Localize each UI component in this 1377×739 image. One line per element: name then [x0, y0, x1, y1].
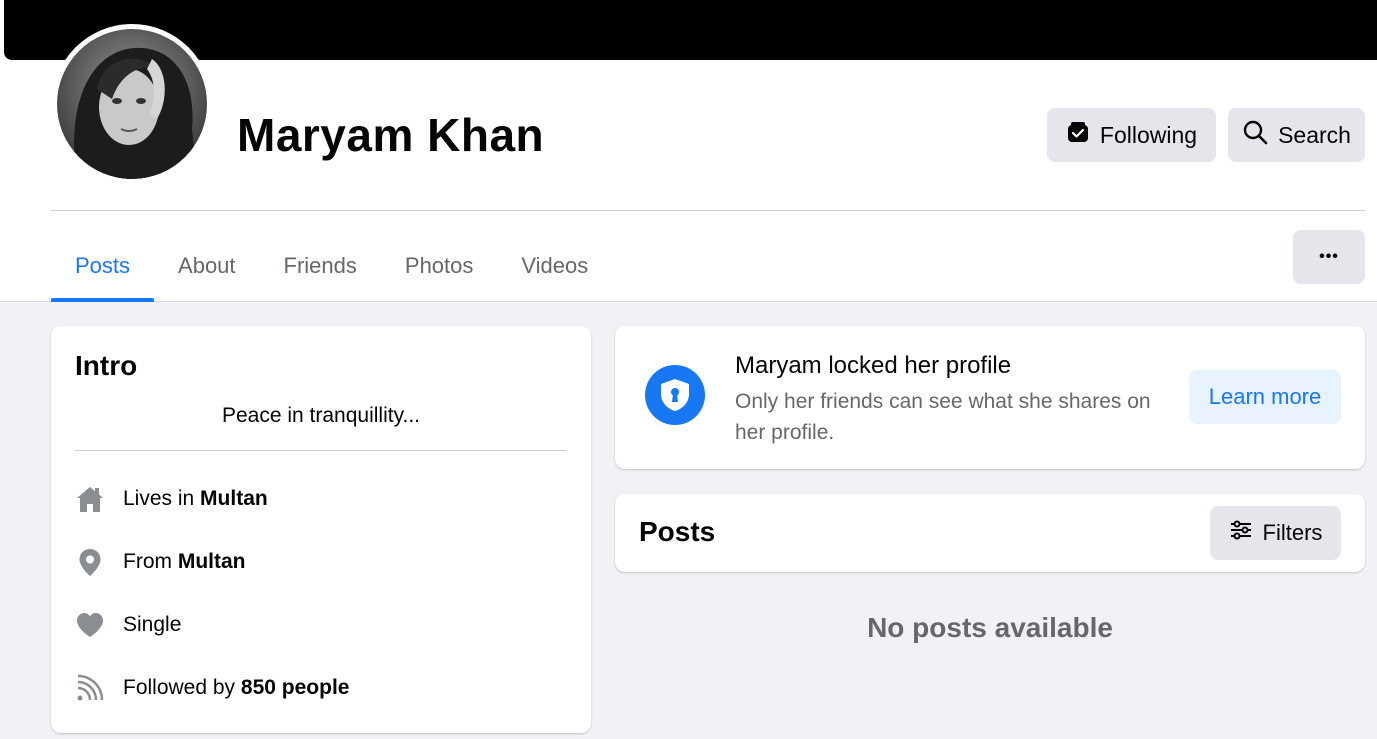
heart-icon: [75, 610, 105, 640]
posts-title: Posts: [639, 516, 716, 547]
filters-label: Filters: [1262, 520, 1323, 545]
avatar[interactable]: [52, 24, 212, 184]
search-label: Search: [1278, 121, 1351, 148]
profile-name: Maryam Khan: [237, 109, 545, 161]
locked-profile-card: Maryam locked her profile Only her frien…: [615, 326, 1365, 469]
shield-lock-icon: [645, 365, 705, 425]
following-button[interactable]: Following: [1047, 108, 1216, 162]
info-lives-in: Lives in Multan: [75, 484, 268, 514]
info-value[interactable]: 850 people: [241, 676, 350, 700]
intro-bio: Peace in tranquillity...: [221, 404, 421, 427]
following-check-icon: [1066, 120, 1090, 150]
posts-header-card: Posts Filters: [615, 494, 1365, 572]
home-icon: [75, 484, 105, 514]
intro-card: Intro Peace in tranquillity... Lives in …: [51, 326, 591, 733]
intro-title: Intro: [75, 350, 138, 381]
filters-button[interactable]: Filters: [1210, 506, 1341, 560]
rss-feed-icon: [75, 673, 105, 703]
search-button[interactable]: Search: [1228, 108, 1365, 162]
location-pin-icon: [75, 547, 105, 577]
info-prefix: Followed by: [123, 676, 236, 699]
info-relationship: Single: [75, 610, 181, 640]
info-from: From Multan: [75, 547, 246, 577]
more-options-button[interactable]: •••: [1293, 230, 1365, 284]
tab-photos[interactable]: Photos: [381, 230, 498, 302]
info-value[interactable]: Multan: [178, 550, 246, 574]
intro-divider: [75, 450, 567, 451]
info-value[interactable]: Multan: [200, 487, 268, 511]
locked-description: Only her friends can see what she shares…: [735, 390, 1151, 444]
header-divider: [51, 210, 1365, 211]
locked-title: Maryam locked her profile: [735, 352, 1012, 379]
tab-about[interactable]: About: [154, 230, 260, 302]
following-label: Following: [1099, 121, 1198, 148]
info-followers: Followed by 850 people: [75, 673, 349, 703]
filters-icon: [1229, 518, 1253, 548]
learn-more-button[interactable]: Learn more: [1189, 370, 1341, 424]
more-dots-icon: •••: [1319, 248, 1339, 265]
info-prefix: Lives in: [123, 487, 195, 510]
profile-picture: [57, 29, 207, 179]
empty-posts-message: No posts available: [867, 612, 1113, 643]
info-prefix: From: [123, 550, 172, 573]
cover-photo[interactable]: [4, 0, 1377, 60]
search-icon: [1242, 119, 1268, 151]
tab-posts[interactable]: Posts: [51, 230, 155, 302]
tab-videos[interactable]: Videos: [497, 230, 612, 302]
info-prefix: Single: [123, 613, 182, 636]
profile-tabs: Posts About Friends Photos Videos: [51, 230, 612, 302]
tab-friends[interactable]: Friends: [260, 230, 381, 302]
